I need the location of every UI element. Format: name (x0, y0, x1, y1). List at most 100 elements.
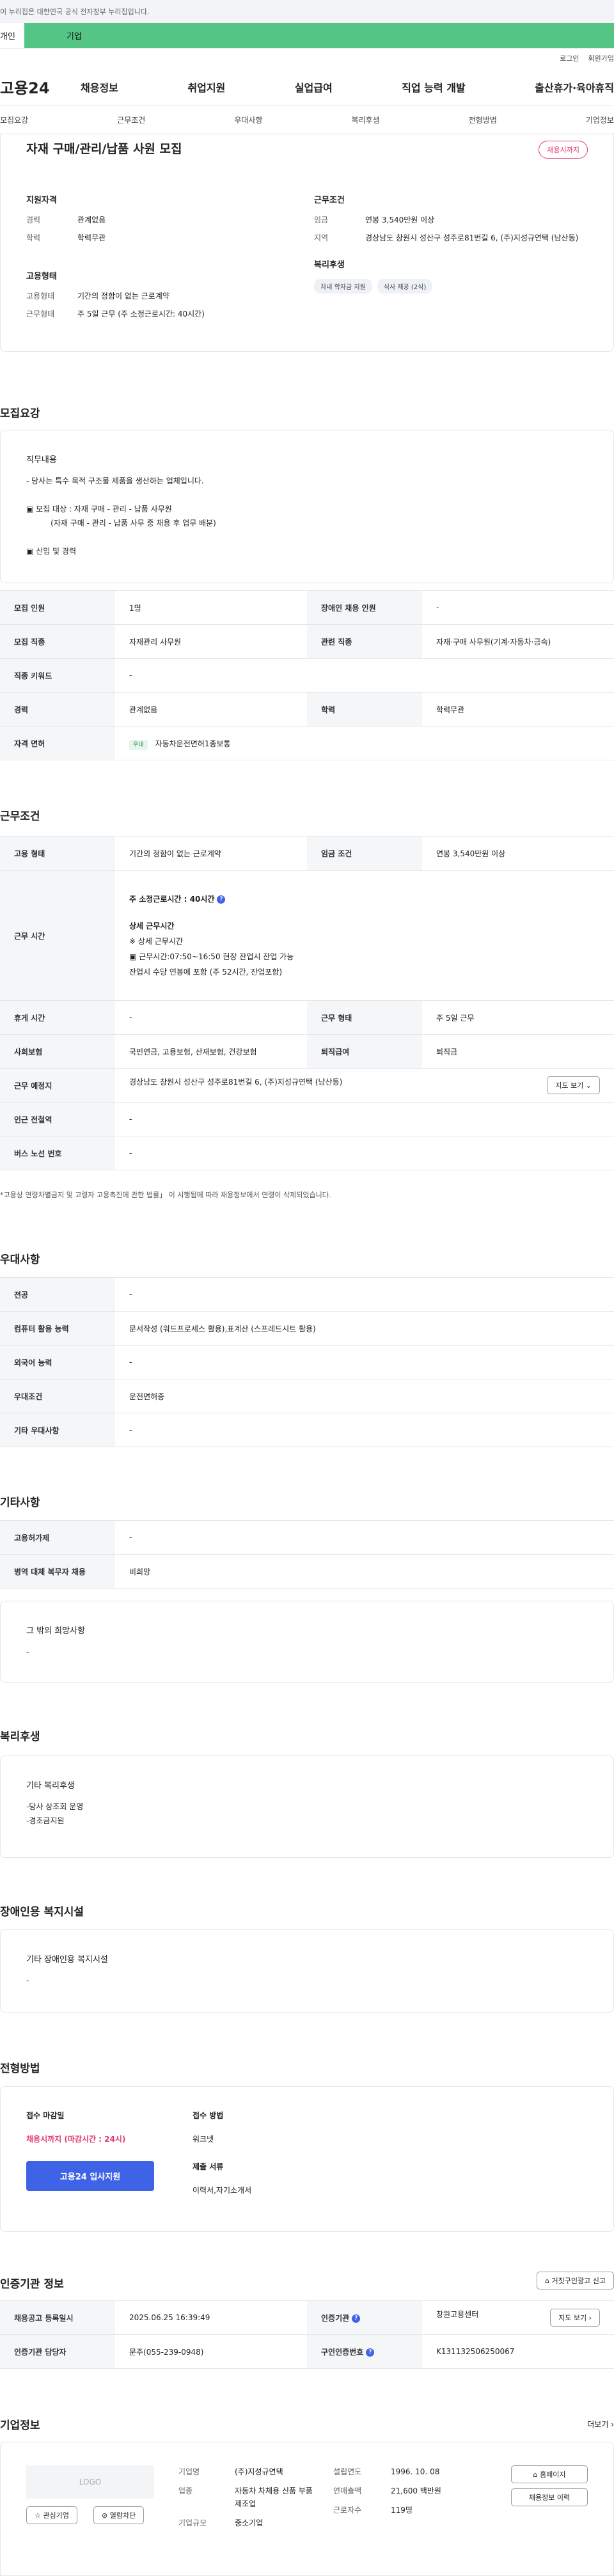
welfare-heading: 복리후생 (0, 1731, 40, 1743)
cell-value: 기간의 정함이 없는 근로계약 (115, 836, 307, 871)
gnb-item[interactable]: 실업급여 (295, 79, 333, 95)
hours-line: ▣ 근무시간:07:50~16:50 현장 잔업시 잔업 가능 (129, 952, 294, 961)
gnb-item[interactable]: 출산휴가·육아휴직 (535, 79, 614, 95)
history-button[interactable]: 채용정보 이력 (511, 2488, 588, 2506)
disabled-heading: 장애인용 복지시설 (0, 1906, 84, 1919)
gnb-item[interactable]: 채용정보 (81, 79, 118, 95)
qualification-block: 지원자격 경력 관계없음 학력 학력무관 고용형태 고용형태 기간의 정함이 없는 근… (26, 193, 269, 326)
duty-title: 직무내용 (26, 455, 57, 465)
block-button[interactable]: ⊘ 열람차단 (93, 2506, 145, 2524)
help-icon[interactable]: ? (217, 895, 226, 904)
star-icon: ☆ (35, 2511, 41, 2520)
company-name-label: 기업명 (178, 2467, 200, 2476)
license-cell: 우대 자동차운전면허1종보통 (115, 726, 614, 760)
emp-label: 고용형태 (26, 292, 55, 301)
cell-value: 문주(055-239-0948) (115, 2334, 307, 2369)
disabled-box: 기타 장애인용 복지시설 - (0, 1929, 614, 2013)
cell-head: 근무 형태 (307, 1000, 422, 1035)
deadline-badge: 채용시까지 (539, 141, 588, 159)
agency-value: 창원고용센터 (436, 2310, 479, 2319)
help-icon[interactable]: ? (366, 2348, 375, 2357)
license-value: 자동차운전면허1종보통 (155, 739, 231, 748)
docs-label: 제출 서류 (193, 2162, 224, 2171)
more-link[interactable]: 더보기 › (587, 2419, 614, 2430)
homepage-button[interactable]: ⌂ 홈페이지 (511, 2465, 588, 2483)
table-row: 버스 노선 번호 - (0, 1136, 614, 1170)
table-row: 고용허가제 - (0, 1520, 614, 1555)
report-button[interactable]: ⌂ 거짓구인광고 신고 (537, 2272, 614, 2289)
cell-value: 운전면허증 (115, 1379, 614, 1413)
help-icon[interactable]: ? (352, 2314, 361, 2323)
table-row: 우대조건 운전면허증 (0, 1379, 614, 1413)
cell-head: 자격 면허 (0, 726, 115, 760)
tab-individual[interactable]: 개인 (0, 23, 24, 48)
subnav-item[interactable]: 복리후생 (351, 114, 379, 125)
section-nav: 모집요강 근무조건 우대사항 복리후생 전형방법 기업정보 (0, 106, 614, 134)
gnb-item[interactable]: 직업 능력 개발 (402, 79, 465, 95)
cell-value: 2025.06.25 16:39:49 (115, 2300, 307, 2335)
map-button[interactable]: 지도 보기 ⌄ (547, 1076, 600, 1094)
subnav-item[interactable]: 기업정보 (586, 114, 614, 125)
subnav-item[interactable]: 우대사항 (234, 114, 262, 125)
duty-line: (자재 구매 - 관리 - 납품 사무 중 채용 후 업무 배분) (26, 519, 216, 528)
condition-block: 근무조건 임금 연봉 3,540만원 이상 지역 경상남도 창원시 성산구 성주로8… (314, 193, 589, 294)
cell-head: 우대조건 (0, 1379, 115, 1413)
cell-head: 퇴직급여 (307, 1034, 422, 1069)
cell-head: 근무 예정지 (0, 1068, 115, 1103)
table-row: 외국어 능력 - (0, 1345, 614, 1379)
cell-value: 자재·구매 사무원(기계·자동차·금속) (422, 624, 614, 659)
apply-button[interactable]: 고용24 입사지원 (26, 2161, 154, 2191)
cell-value: 관계없음 (115, 692, 307, 726)
table-row: 인근 전철역 - (0, 1102, 614, 1136)
cell-value: - (115, 658, 614, 693)
subnav-item[interactable]: 모집요강 (0, 114, 28, 125)
wage-value: 연봉 3,540만원 이상 (365, 216, 435, 224)
cell-value: 연봉 3,540만원 이상 (422, 836, 614, 871)
cell-head: 전공 (0, 1277, 115, 1312)
cell-value: - (115, 1277, 614, 1312)
subnav-item[interactable]: 전형방법 (469, 114, 497, 125)
cell-head: 모집 인원 (0, 590, 115, 625)
deadline-label: 접수 마감일 (26, 2111, 65, 2120)
cell-head: 근무 시간 (0, 870, 115, 1001)
table-row: 모집 직종 자재관리 사무원 관련 직종 자재·구매 사무원(기계·자동차·금속) (0, 624, 614, 659)
agency-heading: 인증기관 정보 (0, 2278, 64, 2291)
cell-value: 학력무관 (422, 692, 614, 726)
year-value: 1996. 10. 08 (391, 2467, 440, 2476)
subnav-item[interactable]: 근무조건 (117, 114, 145, 125)
recruit-table: 모집 인원 1명 장애인 채용 인원 - 모집 직종 자재관리 사무원 관련 직종 자재… (0, 590, 614, 760)
employees-label: 근로자수 (333, 2506, 362, 2515)
edu-label: 학력 (26, 233, 41, 242)
report-icon: ⌂ (545, 2277, 550, 2285)
job-title: 자재 구매/관리/납품 사원 모집 (26, 142, 182, 156)
site-logo[interactable]: 고용24 (0, 75, 61, 98)
agency-map-label: 지도 보기 (558, 2314, 587, 2322)
company-heading: 기업정보 (0, 2419, 40, 2432)
hours-main: 주 소정근로시간 : 40시간 (129, 895, 215, 904)
welfare-pill: 차내 학자금 지원 (314, 279, 372, 294)
location-value: 경상남도 창원시 성산구 성주로81번길 6, (주)지성규연택 (남산동) (129, 1078, 343, 1087)
cell-value: - (115, 1000, 307, 1035)
cell-head: 임금 조건 (307, 836, 422, 871)
cell-value: 국민연금, 고용보험, 산재보험, 건강보험 (115, 1034, 307, 1069)
global-nav: 고용24 채용정보 취업지원 실업급여 직업 능력 개발 출산휴가·육아휴직 (0, 68, 614, 106)
hours-detail-title: 상세 근무시간 (129, 922, 175, 931)
tab-corporate[interactable]: 기업 (24, 23, 614, 48)
cell-head: 채용공고 등록일시 (0, 2300, 115, 2335)
edu-value: 학력무관 (77, 233, 106, 242)
login-link[interactable]: 로그인 (560, 53, 579, 63)
industry-label: 업종 (178, 2486, 193, 2495)
signup-link[interactable]: 회원가입 (588, 53, 614, 63)
cell-value: 문서작성 (워드프로세스 활용),표계산 (스프레드시트 활용) (115, 1311, 614, 1346)
favorite-button[interactable]: ☆ 관심기업 (26, 2506, 77, 2524)
welfare-pills: 차내 학자금 지원 식사 제공 (2식) (314, 279, 589, 294)
duty-line: - 당사는 특수 목적 구조물 제품을 생산하는 업체입니다. (26, 476, 204, 485)
agency-map-button[interactable]: 지도 보기 › (550, 2309, 600, 2327)
gnb-item[interactable]: 취업지원 (187, 79, 225, 95)
duty-line: ▣ 모집 대상 : 자재 구매 - 관리 - 납품 사무원 (26, 505, 172, 514)
certno-label: 구인인증번호 (321, 2347, 364, 2357)
table-row: 전공 - (0, 1277, 614, 1312)
etc-table: 고용허가제 - 병역 대체 복무자 채용 비희망 (0, 1520, 614, 1589)
agency-label: 인증기관 (321, 2313, 350, 2323)
cell-head: 버스 노선 번호 (0, 1136, 115, 1170)
